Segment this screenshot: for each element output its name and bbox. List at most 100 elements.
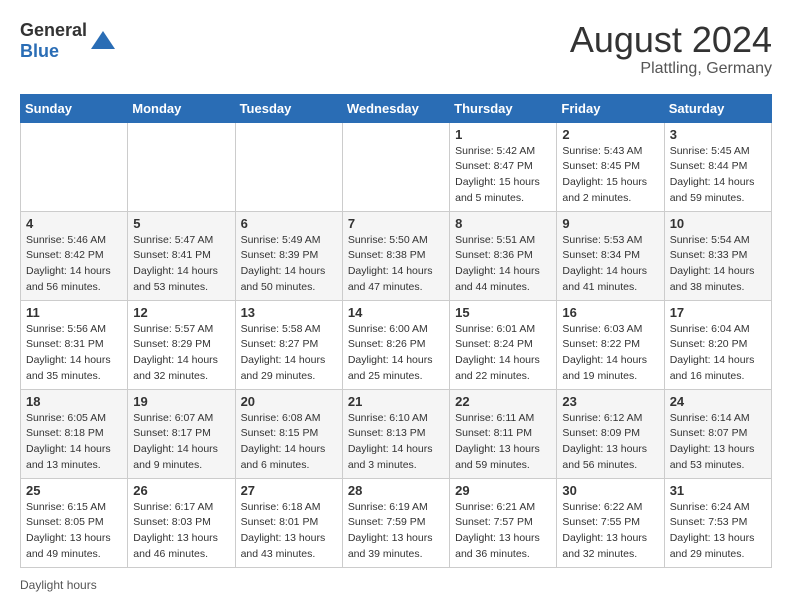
calendar-week-1: 1 Sunrise: 5:42 AM Sunset: 8:47 PM Daylig… [21,122,772,211]
day-number: 15 [455,305,551,320]
day-number: 3 [670,127,766,142]
calendar-week-3: 11 Sunrise: 5:56 AM Sunset: 8:31 PM Dayli… [21,300,772,389]
day-number: 10 [670,216,766,231]
calendar-week-2: 4Sunrise: 5:46 AM Sunset: 8:42 PM Daylig… [21,211,772,300]
day-number: 17 [670,305,766,320]
weekday-header-sunday: Sunday [21,94,128,122]
calendar-table: SundayMondayTuesdayWednesdayThursdayFrid… [20,94,772,568]
day-number: 1 [455,127,551,142]
day-info: Sunrise: 6:07 AM Sunset: 8:17 PM Dayligh… [133,411,229,474]
day-info: Sunrise: 6:12 AM Sunset: 8:09 PM Dayligh… [562,411,658,474]
day-number: 30 [562,483,658,498]
day-number: 6 [241,216,337,231]
day-number: 14 [348,305,444,320]
day-number: 11 [26,305,122,320]
page-header: General Blue August 2024 Plattling, Germ… [20,20,772,78]
calendar-cell [21,122,128,211]
calendar-header: SundayMondayTuesdayWednesdayThursdayFrid… [21,94,772,122]
day-number: 12 [133,305,229,320]
calendar-cell: 1 Sunrise: 5:42 AM Sunset: 8:47 PM Daylig… [450,122,557,211]
day-info: Sunrise: 6:10 AM Sunset: 8:13 PM Dayligh… [348,411,444,474]
day-number: 20 [241,394,337,409]
day-info: Sunrise: 6:22 AM Sunset: 7:55 PM Dayligh… [562,500,658,563]
weekday-header-thursday: Thursday [450,94,557,122]
day-info: Sunrise: 5:49 AM Sunset: 8:39 PM Dayligh… [241,233,337,296]
day-number: 26 [133,483,229,498]
calendar-cell [235,122,342,211]
day-number: 13 [241,305,337,320]
day-number: 7 [348,216,444,231]
day-number: 29 [455,483,551,498]
calendar-cell: 14 Sunrise: 6:00 AM Sunset: 8:26 PM Dayli… [342,300,449,389]
day-number: 22 [455,394,551,409]
calendar-cell [342,122,449,211]
day-number: 16 [562,305,658,320]
calendar-cell: 24Sunrise: 6:14 AM Sunset: 8:07 PM Dayli… [664,389,771,478]
calendar-cell: 17 Sunrise: 6:04 AM Sunset: 8:20 PM Dayli… [664,300,771,389]
calendar-cell: 7 Sunrise: 5:50 AM Sunset: 8:38 PM Daylig… [342,211,449,300]
calendar-cell: 26Sunrise: 6:17 AM Sunset: 8:03 PM Dayli… [128,478,235,567]
calendar-cell: 21Sunrise: 6:10 AM Sunset: 8:13 PM Dayli… [342,389,449,478]
day-info: Sunrise: 6:21 AM Sunset: 7:57 PM Dayligh… [455,500,551,563]
calendar-cell: 12 Sunrise: 5:57 AM Sunset: 8:29 PM Dayli… [128,300,235,389]
weekday-header-friday: Friday [557,94,664,122]
calendar-cell: 20 Sunrise: 6:08 AM Sunset: 8:15 PM Dayli… [235,389,342,478]
logo-general: General [20,20,87,40]
day-info: Sunrise: 5:51 AM Sunset: 8:36 PM Dayligh… [455,233,551,296]
calendar-cell: 29 Sunrise: 6:21 AM Sunset: 7:57 PM Dayli… [450,478,557,567]
day-info: Sunrise: 6:01 AM Sunset: 8:24 PM Dayligh… [455,322,551,385]
calendar-cell: 22 Sunrise: 6:11 AM Sunset: 8:11 PM Dayli… [450,389,557,478]
weekday-header-tuesday: Tuesday [235,94,342,122]
calendar-cell: 6 Sunrise: 5:49 AM Sunset: 8:39 PM Daylig… [235,211,342,300]
day-info: Sunrise: 5:57 AM Sunset: 8:29 PM Dayligh… [133,322,229,385]
calendar-cell: 31Sunrise: 6:24 AM Sunset: 7:53 PM Dayli… [664,478,771,567]
day-info: Sunrise: 5:58 AM Sunset: 8:27 PM Dayligh… [241,322,337,385]
day-info: Sunrise: 5:54 AM Sunset: 8:33 PM Dayligh… [670,233,766,296]
day-number: 5 [133,216,229,231]
day-info: Sunrise: 5:50 AM Sunset: 8:38 PM Dayligh… [348,233,444,296]
day-info: Sunrise: 5:42 AM Sunset: 8:47 PM Dayligh… [455,144,551,207]
logo-icon [89,27,117,55]
title-block: August 2024 Plattling, Germany [570,20,772,78]
calendar-cell: 13 Sunrise: 5:58 AM Sunset: 8:27 PM Dayli… [235,300,342,389]
calendar-cell: 5 Sunrise: 5:47 AM Sunset: 8:41 PM Daylig… [128,211,235,300]
logo-blue: Blue [20,41,59,61]
month-year-title: August 2024 [570,20,772,60]
day-info: Sunrise: 5:45 AM Sunset: 8:44 PM Dayligh… [670,144,766,207]
footer-note: Daylight hours [20,578,772,592]
calendar-cell: 30 Sunrise: 6:22 AM Sunset: 7:55 PM Dayli… [557,478,664,567]
weekday-header-saturday: Saturday [664,94,771,122]
day-number: 28 [348,483,444,498]
days-of-week-row: SundayMondayTuesdayWednesdayThursdayFrid… [21,94,772,122]
calendar-week-4: 18 Sunrise: 6:05 AM Sunset: 8:18 PM Dayli… [21,389,772,478]
day-info: Sunrise: 6:08 AM Sunset: 8:15 PM Dayligh… [241,411,337,474]
day-number: 24 [670,394,766,409]
day-info: Sunrise: 6:03 AM Sunset: 8:22 PM Dayligh… [562,322,658,385]
day-number: 4 [26,216,122,231]
calendar-week-5: 25Sunrise: 6:15 AM Sunset: 8:05 PM Dayli… [21,478,772,567]
day-info: Sunrise: 5:43 AM Sunset: 8:45 PM Dayligh… [562,144,658,207]
day-info: Sunrise: 6:04 AM Sunset: 8:20 PM Dayligh… [670,322,766,385]
day-info: Sunrise: 6:05 AM Sunset: 8:18 PM Dayligh… [26,411,122,474]
day-number: 18 [26,394,122,409]
day-number: 9 [562,216,658,231]
calendar-cell: 18 Sunrise: 6:05 AM Sunset: 8:18 PM Dayli… [21,389,128,478]
location-subtitle: Plattling, Germany [570,60,772,78]
calendar-cell: 25Sunrise: 6:15 AM Sunset: 8:05 PM Dayli… [21,478,128,567]
calendar-cell: 8Sunrise: 5:51 AM Sunset: 8:36 PM Daylig… [450,211,557,300]
day-info: Sunrise: 5:47 AM Sunset: 8:41 PM Dayligh… [133,233,229,296]
logo: General Blue [20,20,117,62]
weekday-header-monday: Monday [128,94,235,122]
weekday-header-wednesday: Wednesday [342,94,449,122]
calendar-cell: 15 Sunrise: 6:01 AM Sunset: 8:24 PM Dayli… [450,300,557,389]
calendar-cell: 19Sunrise: 6:07 AM Sunset: 8:17 PM Dayli… [128,389,235,478]
calendar-cell: 11 Sunrise: 5:56 AM Sunset: 8:31 PM Dayli… [21,300,128,389]
day-info: Sunrise: 6:11 AM Sunset: 8:11 PM Dayligh… [455,411,551,474]
day-info: Sunrise: 5:56 AM Sunset: 8:31 PM Dayligh… [26,322,122,385]
day-number: 2 [562,127,658,142]
calendar-cell: 27Sunrise: 6:18 AM Sunset: 8:01 PM Dayli… [235,478,342,567]
calendar-cell [128,122,235,211]
day-info: Sunrise: 6:00 AM Sunset: 8:26 PM Dayligh… [348,322,444,385]
calendar-cell: 2 Sunrise: 5:43 AM Sunset: 8:45 PM Daylig… [557,122,664,211]
calendar-cell: 16 Sunrise: 6:03 AM Sunset: 8:22 PM Dayli… [557,300,664,389]
